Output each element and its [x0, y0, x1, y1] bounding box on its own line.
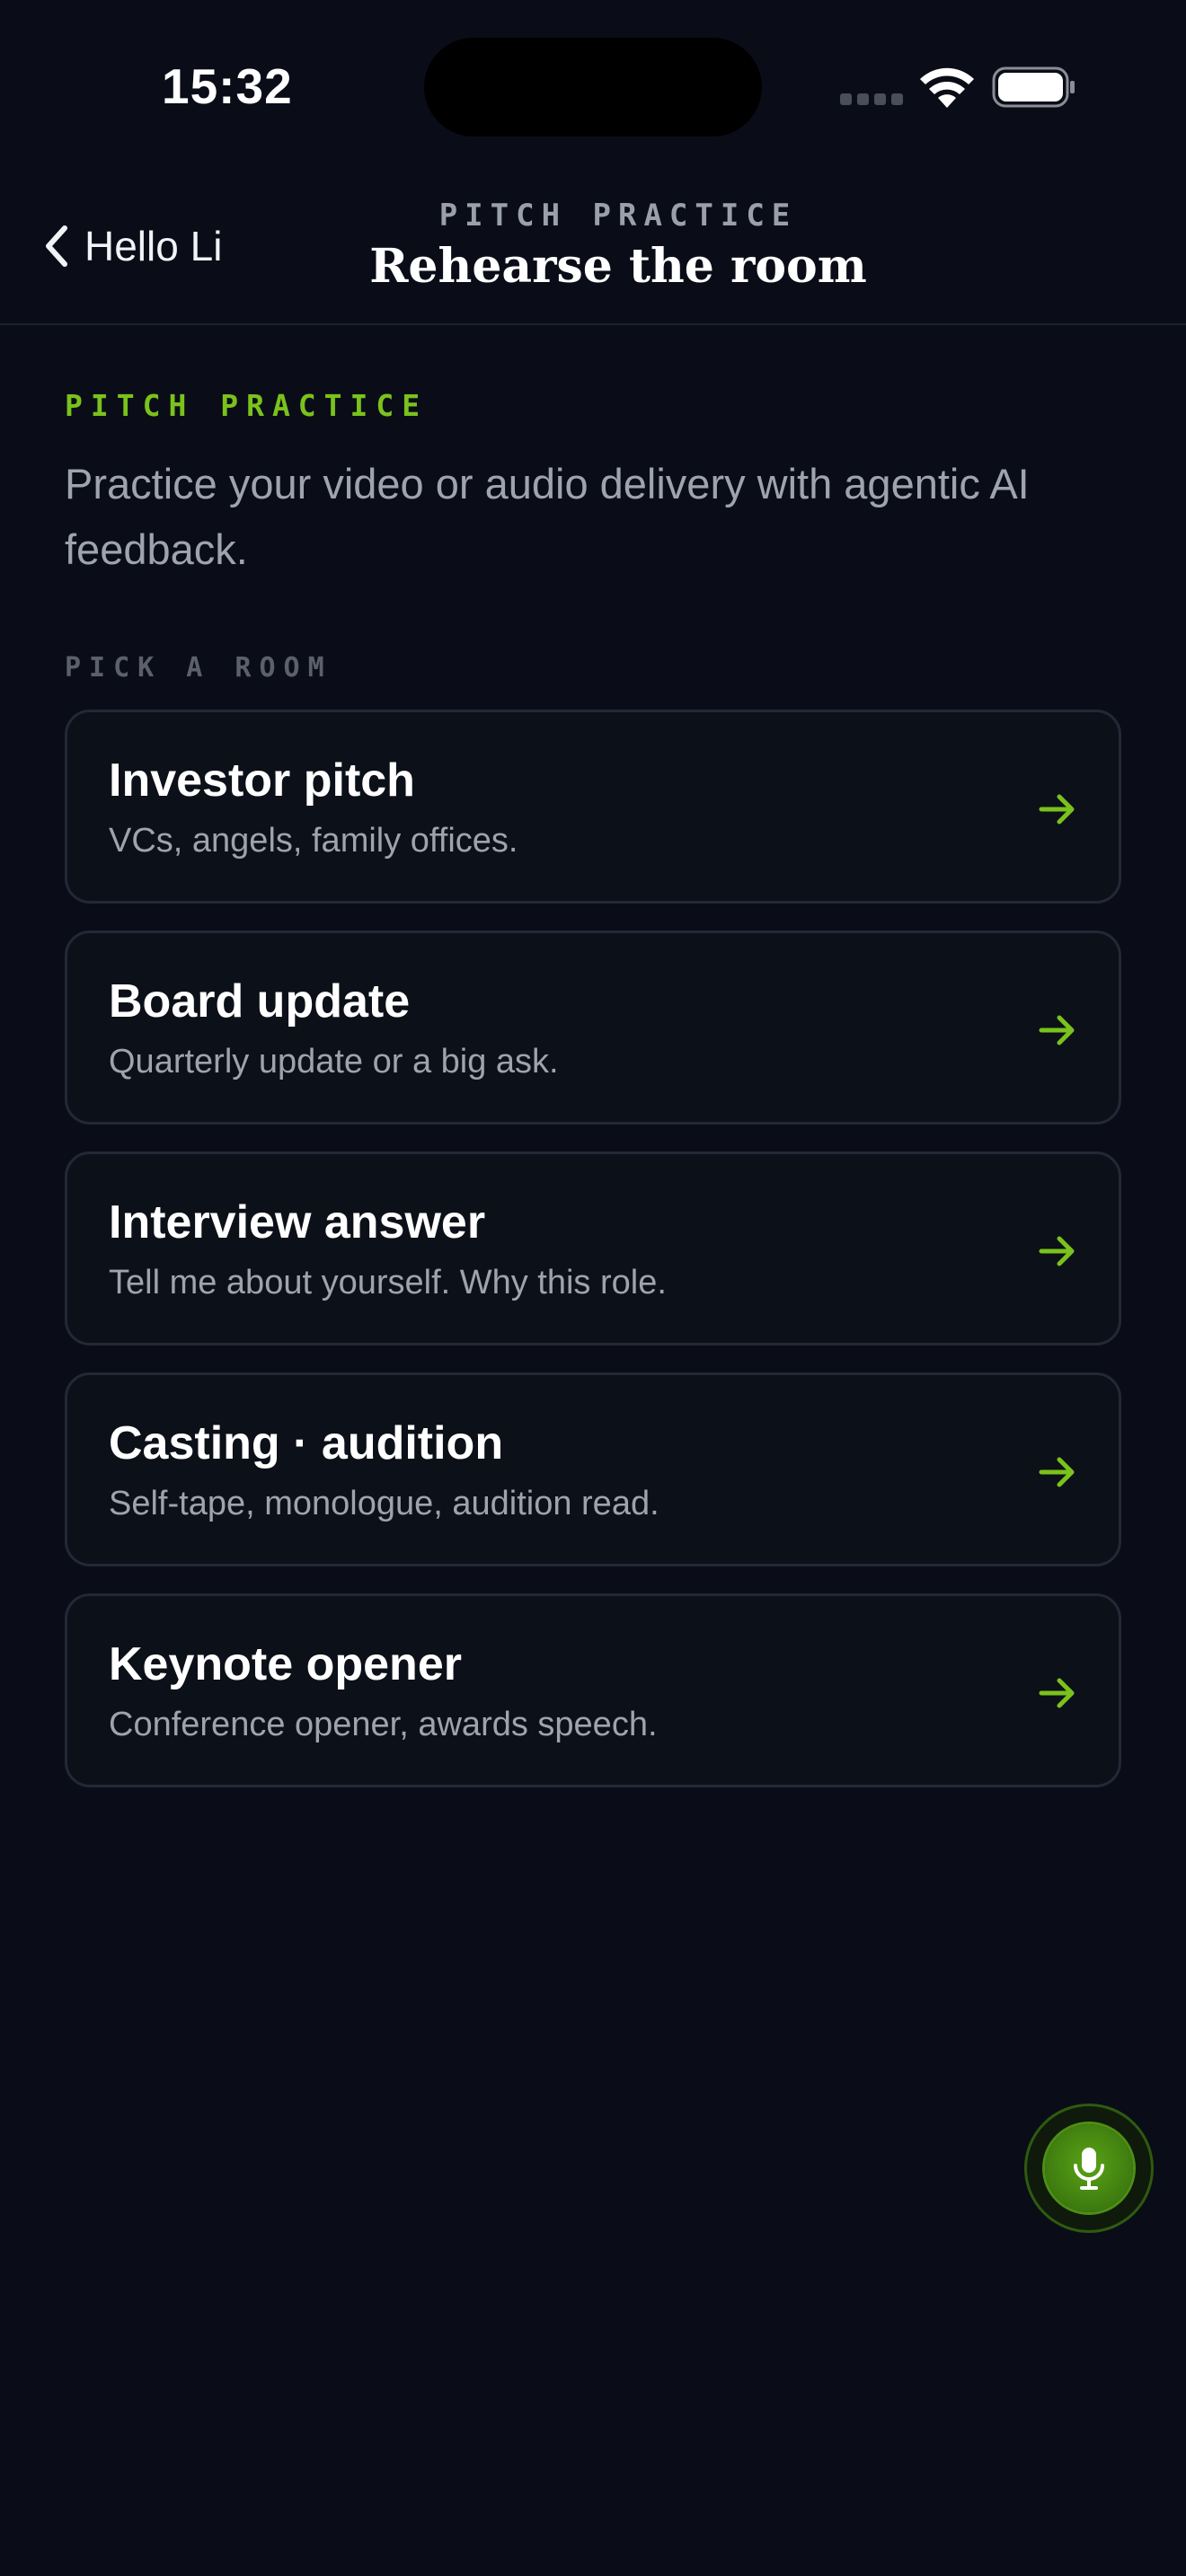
section-eyebrow: PITCH PRACTICE: [65, 388, 429, 423]
arrow-right-icon: [1039, 1236, 1075, 1266]
room-card-keynote-opener[interactable]: Keynote opener Conference opener, awards…: [65, 1593, 1121, 1787]
arrow-right-icon: [1039, 1457, 1075, 1487]
room-subtitle: Conference opener, awards speech.: [109, 1706, 658, 1743]
battery-icon: [992, 66, 1075, 108]
microphone-icon: [1074, 2148, 1104, 2190]
room-title: Board update: [109, 975, 411, 1028]
room-subtitle: Quarterly update or a big ask.: [109, 1043, 559, 1081]
room-card-casting-audition[interactable]: Casting · audition Self-tape, monologue,…: [65, 1372, 1121, 1566]
arrow-right-icon: [1039, 1015, 1075, 1045]
room-card-interview-answer[interactable]: Interview answer Tell me about yourself.…: [65, 1151, 1121, 1345]
intro-text: Practice your video or audio delivery wi…: [65, 460, 1030, 573]
room-card-investor-pitch[interactable]: Investor pitch VCs, angels, family offic…: [65, 710, 1121, 904]
room-title: Casting · audition: [109, 1417, 504, 1469]
nav-eyebrow: PITCH PRACTICE: [438, 198, 798, 234]
room-subtitle: Self-tape, monologue, audition read.: [109, 1485, 659, 1522]
navigation-bar: Hello Li PITCH PRACTICE Rehearse the roo…: [0, 171, 1186, 325]
microphone-button[interactable]: [1024, 2104, 1154, 2233]
room-card-board-update[interactable]: Board update Quarterly update or a big a…: [65, 931, 1121, 1125]
room-title: Investor pitch: [109, 754, 415, 807]
room-list: Investor pitch VCs, angels, family offic…: [65, 710, 1121, 1814]
app-screen: 15:32 Hello Li PITCH PRACTICE Rehearse t…: [0, 0, 1186, 2576]
dynamic-island: [424, 38, 762, 137]
room-subtitle: VCs, angels, family offices.: [109, 822, 518, 860]
arrow-right-icon: [1039, 794, 1075, 825]
page-title: Rehearse the room: [369, 239, 867, 294]
arrow-right-icon: [1039, 1678, 1075, 1708]
pick-a-room-label: PICK A ROOM: [65, 652, 332, 684]
wifi-icon: [920, 67, 974, 108]
status-time: 15:32: [162, 58, 293, 114]
room-title: Keynote opener: [109, 1638, 462, 1690]
room-title: Interview answer: [109, 1196, 486, 1248]
room-subtitle: Tell me about yourself. Why this role.: [109, 1264, 667, 1301]
microphone-button-inner: [1045, 2124, 1133, 2212]
status-bar: 15:32: [0, 0, 1186, 171]
cellular-signal-icon: [840, 93, 903, 106]
